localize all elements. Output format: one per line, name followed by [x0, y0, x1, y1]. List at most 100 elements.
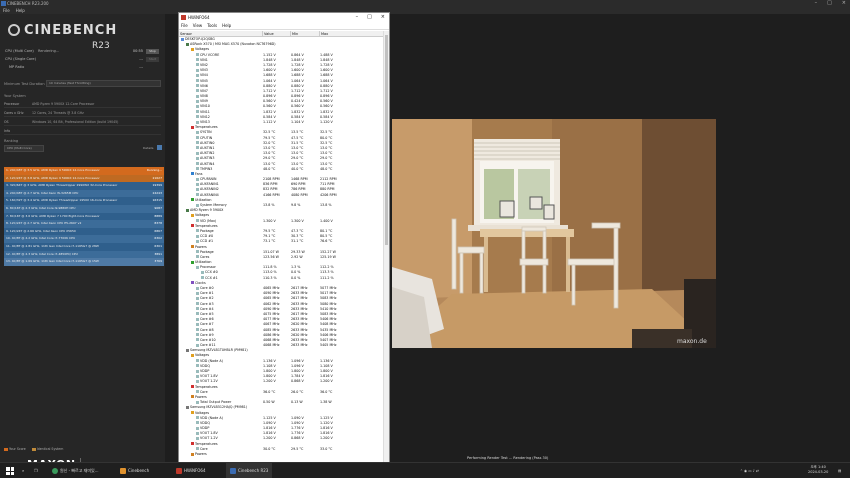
ranking-item[interactable]: 4. 24C/48T @ 2.7 GHz, Intel Xeon W-3265M… — [4, 189, 164, 198]
ranking-item-label: 12. 4C/8T @ 2.3 GHz, Intel Core i7-4850H… — [6, 251, 78, 256]
ranking-item[interactable]: 10. 4C/8T @ 4.2 GHz, Intel Core i7-7700K… — [4, 235, 164, 243]
test-status: Rendering... — [38, 49, 60, 53]
ranking-item[interactable]: 12. 4C/8T @ 2.3 GHz, Intel Core i7-4850H… — [4, 250, 164, 259]
sensor-icon — [196, 447, 199, 451]
sensor-name: VOUT 1.8V — [200, 374, 218, 379]
taskbar-cinebench[interactable]: Cinebench — [120, 463, 149, 478]
task-view-icon[interactable]: ❐ — [34, 463, 38, 478]
sensor-name: VOUT 1.2V — [200, 379, 218, 384]
minimize-icon[interactable]: – — [815, 0, 818, 7]
sensor-name: AUXTIN0 — [200, 140, 215, 145]
volt-icon — [191, 213, 194, 217]
ranking-details-button[interactable]: Details — [143, 146, 153, 150]
sensor-name: DESKTOP-IJ2QSBG — [185, 37, 215, 41]
windows-start-icon[interactable] — [6, 467, 14, 475]
sensor-name: Powers — [195, 394, 207, 399]
ranking-item[interactable]: 7. 8C/16T @ 3.6 GHz, AMD Ryzen 7 1700 Ei… — [4, 212, 164, 221]
ranking-item-score: 19399 — [152, 183, 162, 188]
menu-file[interactable]: File — [181, 22, 188, 29]
ranking-label: Ranking — [4, 139, 19, 143]
sensor-icon — [196, 369, 199, 373]
sensor-name: ASRock X570 / MSI MAG X570 (Nuvoton NCT6… — [190, 42, 276, 47]
ranking-item[interactable]: 3. 32C/64T @ 3 GHz, AMD Ryzen Threadripp… — [4, 182, 164, 190]
stop-button[interactable]: Stop — [146, 49, 159, 54]
sensor-name: Core #9 — [200, 332, 214, 337]
menu-help[interactable]: Help — [16, 7, 25, 14]
ranking-item-label: 5. 16C/32T @ 3.4 GHz, AMD Ryzen Threadri… — [6, 198, 118, 203]
sensor-icon — [196, 130, 199, 134]
sensor-tree: DESKTOP-IJ2QSBG ASRock X570 / MSI MAG X57… — [179, 37, 383, 463]
sensor-name: Voltages — [195, 47, 210, 52]
sensor-icon — [196, 379, 199, 383]
render-viewport: maxon.de — [392, 119, 716, 348]
sensor-name: Voltages — [195, 410, 210, 415]
menu-help[interactable]: Help — [222, 22, 231, 29]
sensor-icon — [196, 312, 199, 316]
test-label: CPU (Single Core) — [5, 57, 36, 61]
hwinfo-app-icon — [181, 15, 186, 20]
sensor-group[interactable]: Powers — [179, 452, 383, 457]
sensor-name: CPU VCORE — [200, 52, 220, 57]
minimize-icon[interactable]: – — [356, 13, 359, 22]
logo-name: CINEBENCH — [24, 23, 118, 38]
sensor-icon — [196, 400, 199, 404]
system-row: OS Windows 10, 64 Bit, Professional Edit… — [4, 118, 161, 126]
sensor-icon — [196, 167, 199, 171]
ranking-item-label: 2. 12C/24T @ 3.8 GHz, AMD Ryzen 9 5900X … — [6, 175, 100, 180]
ranking-item[interactable]: 5. 16C/32T @ 3.4 GHz, AMD Ryzen Threadri… — [4, 197, 164, 205]
sensor-icon — [196, 359, 199, 363]
close-icon[interactable]: × — [842, 0, 846, 7]
cinebench-titlebar: CINEBENCH R23.200 – □ × — [0, 0, 850, 7]
sensor-name: AUXFANIN2 — [200, 187, 219, 192]
svg-text:maxon.de: maxon.de — [677, 338, 707, 345]
ranking-item[interactable]: 6. 8C/16T @ 2.3 GHz, Intel Core i9-9880H… — [4, 204, 164, 213]
ranking-item[interactable]: 11. 4C/8T @ 2.81 GHz, 11th Gen Intel Cor… — [4, 242, 164, 251]
ranking-item-score: 8378 — [154, 221, 162, 226]
sensor-icon — [196, 120, 199, 124]
sensor-name: Temperatures — [195, 125, 218, 130]
menu-file[interactable]: File — [3, 7, 10, 14]
close-icon[interactable]: × — [381, 13, 385, 22]
taskbar-hwinfo[interactable]: HWiNFO64 — [176, 463, 206, 478]
ranking-item[interactable]: 1. 24C/48T @ 3.5 GHz, AMD Ryzen 9 5900X … — [4, 167, 164, 175]
ranking-item[interactable]: 9. 12C/24T @ 2.66 GHz, Intel Xeon CPU X5… — [4, 227, 164, 236]
ranking-item[interactable]: 8. 12C/24T @ 2.7 GHz, Intel Xeon CPU E5-… — [4, 220, 164, 228]
sensor-icon — [196, 338, 199, 342]
sensor-name: AUXFANIN1 — [200, 182, 219, 187]
scrollbar-thumb[interactable] — [385, 35, 388, 245]
sensor-icon — [196, 151, 199, 155]
tray-icons[interactable]: ⌃ ◉ ▭ ♪ ⇄ — [740, 463, 759, 478]
menu-tools[interactable]: Tools — [207, 22, 217, 29]
min-duration-dropdown[interactable]: 10 minutes (Test Throttling) — [46, 80, 161, 87]
sensor-icon — [196, 177, 199, 181]
sensor-icon — [196, 104, 199, 108]
sensor-name: VIN3 — [200, 68, 208, 73]
taskbar-browser[interactable]: 원신 - 빠르고 재미있... — [52, 463, 99, 478]
ranking-item-label: 13. 4C/8T @ 1.69 GHz, 11th Gen Intel Cor… — [6, 259, 99, 264]
taskbar-cinebench-active[interactable]: Cinebench R23 — [226, 463, 273, 478]
details-toggle-icon[interactable] — [157, 145, 162, 150]
ranking-item[interactable]: 13. 4C/8T @ 1.69 GHz, 11th Gen Intel Cor… — [4, 258, 164, 266]
menu-view[interactable]: View — [193, 22, 203, 29]
clock[interactable]: 오후 1:40 2024-03-20 — [808, 465, 828, 478]
ranking-dropdown[interactable]: CPU (Multi Core) — [4, 145, 44, 152]
cinebench-icon — [120, 468, 126, 474]
sensor-name: Core #1 — [200, 291, 214, 296]
search-icon[interactable]: ⌕ — [22, 463, 24, 478]
sensor-name: Utilization — [195, 197, 212, 202]
system-row: Info — [4, 127, 161, 135]
start-button[interactable]: Start — [146, 57, 159, 62]
ranking-item-label: 11. 4C/8T @ 2.81 GHz, 11th Gen Intel Cor… — [6, 243, 99, 248]
notification-icon[interactable]: ▤ — [838, 463, 841, 478]
sensor-scrollbar[interactable] — [383, 31, 389, 463]
sensor-name: Core #8 — [200, 327, 214, 332]
maximize-icon[interactable]: □ — [827, 0, 832, 7]
ranking-item-label: 3. 32C/64T @ 3 GHz, AMD Ryzen Threadripp… — [6, 183, 118, 188]
system-row: Processor AMD Ryzen 9 5900X 12-Core Proc… — [4, 100, 161, 108]
ranking-item[interactable]: 2. 12C/24T @ 3.8 GHz, AMD Ryzen 9 5900X … — [4, 174, 164, 183]
sensor-icon — [196, 203, 199, 207]
maximize-icon[interactable]: □ — [367, 13, 372, 22]
sensor-name: CCX #1 — [205, 275, 218, 280]
sensor-name: Temperatures — [195, 441, 218, 446]
render-scene: maxon.de — [392, 119, 716, 348]
